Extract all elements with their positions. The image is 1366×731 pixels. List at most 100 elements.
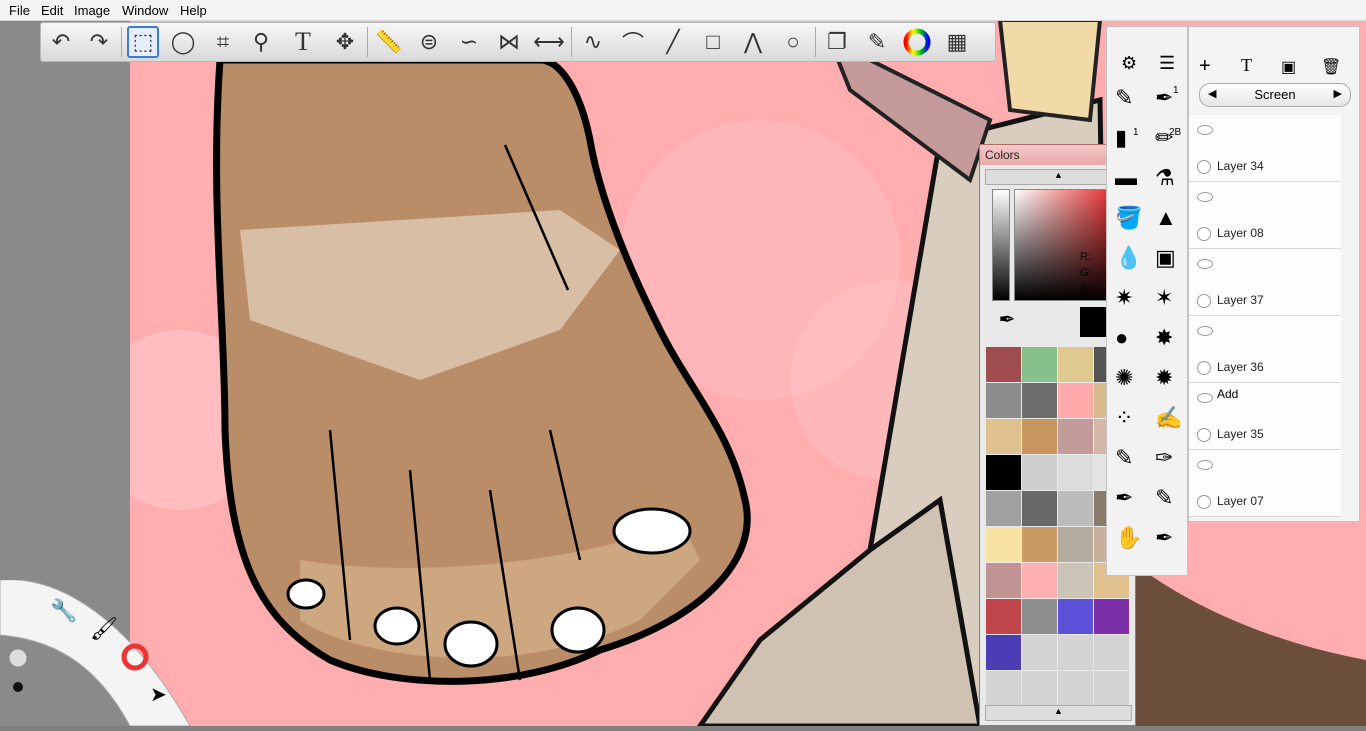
layer-stack-icon[interactable]: ❐: [821, 26, 853, 58]
layer-row[interactable]: Layer 35 Add: [1189, 383, 1341, 450]
color-swatch[interactable]: [1094, 671, 1129, 706]
color-swatch[interactable]: [1058, 419, 1093, 454]
brush-preset-icon[interactable]: ✑: [1155, 445, 1173, 471]
brush-preset-icon[interactable]: ✎: [1115, 445, 1133, 471]
brush-preset-icon[interactable]: ✒: [1155, 525, 1173, 551]
color-swatch[interactable]: [1058, 347, 1093, 382]
visibility-eye-icon[interactable]: [1197, 192, 1213, 202]
layer-row[interactable]: Layer 36: [1189, 316, 1341, 383]
color-swatch[interactable]: [1022, 419, 1057, 454]
circle-icon[interactable]: ○: [777, 26, 809, 58]
layer-radio[interactable]: [1197, 160, 1211, 174]
visibility-eye-icon[interactable]: [1197, 393, 1213, 403]
brush-preset-icon[interactable]: ▮: [1115, 125, 1127, 151]
pointer-icon[interactable]: ➤: [150, 682, 167, 707]
curve-icon[interactable]: ⌒: [617, 26, 649, 58]
brush-preset-icon[interactable]: 💧: [1115, 245, 1142, 271]
redo-icon[interactable]: ↷: [83, 26, 115, 58]
color-swatch[interactable]: [1058, 599, 1093, 634]
color-swatch[interactable]: [1058, 491, 1093, 526]
brush-preset-icon[interactable]: 🪣: [1115, 205, 1142, 231]
brush-preset-icon[interactable]: ✎: [1155, 485, 1173, 511]
menu-image[interactable]: Image: [74, 3, 110, 18]
brush-preset-icon[interactable]: ✶: [1155, 285, 1173, 311]
text-icon[interactable]: T: [287, 26, 319, 58]
image-layer-icon[interactable]: ▣: [1281, 57, 1296, 77]
color-swatch[interactable]: [1094, 599, 1129, 634]
brush-icon[interactable]: 🖌: [90, 616, 118, 642]
color-swatch[interactable]: [1058, 383, 1093, 418]
symmetry-x-icon[interactable]: ⟷: [533, 26, 565, 58]
color-swatch[interactable]: [1022, 491, 1057, 526]
brush-preset-icon[interactable]: ▲: [1155, 205, 1177, 231]
color-swatch[interactable]: [1058, 635, 1093, 670]
color-swatch[interactable]: [986, 671, 1021, 706]
brush-preset-icon[interactable]: ✒: [1115, 485, 1133, 511]
color-swatch[interactable]: [1094, 635, 1129, 670]
layer-radio[interactable]: [1197, 294, 1211, 308]
color-swatch[interactable]: [986, 635, 1021, 670]
undo-icon[interactable]: ↶: [45, 26, 77, 58]
color-swatch[interactable]: [986, 383, 1021, 418]
polyline-icon[interactable]: ⋀: [737, 26, 769, 58]
rect-icon[interactable]: □: [697, 26, 729, 58]
brush-preset-icon[interactable]: ✹: [1155, 365, 1173, 391]
color-swatch[interactable]: [1022, 563, 1057, 598]
grid-icon[interactable]: ▦: [941, 26, 973, 58]
add-layer-icon[interactable]: +: [1199, 55, 1211, 78]
layer-row[interactable]: Layer 37: [1189, 249, 1341, 316]
color-swatch[interactable]: [1022, 671, 1057, 706]
color-swatch[interactable]: [1058, 671, 1093, 706]
delete-layer-icon[interactable]: 🗑: [1321, 57, 1341, 77]
ruler-icon[interactable]: 📏: [373, 26, 405, 58]
layer-radio[interactable]: [1197, 227, 1211, 241]
brush-preset-icon[interactable]: ✒: [1155, 85, 1173, 111]
color-swatch[interactable]: [1022, 383, 1057, 418]
brush-preset-icon[interactable]: ✺: [1115, 365, 1133, 391]
visibility-eye-icon[interactable]: [1197, 125, 1213, 135]
color-swatch[interactable]: [986, 347, 1021, 382]
menu-help[interactable]: Help: [180, 3, 207, 18]
brush-settings-icon[interactable]: ⚙: [1121, 53, 1137, 74]
brush-list-icon[interactable]: ☰: [1159, 53, 1175, 74]
ellipse-guide-icon[interactable]: ⊜: [413, 26, 445, 58]
layer-radio[interactable]: [1197, 361, 1211, 375]
menu-file[interactable]: File: [9, 3, 30, 18]
color-swatch[interactable]: [1022, 635, 1057, 670]
tools-icon[interactable]: 🔧: [50, 598, 77, 624]
line-icon[interactable]: ╱: [657, 26, 689, 58]
scroll-down-arrow[interactable]: ▲: [985, 705, 1132, 721]
color-swatch[interactable]: [1022, 599, 1057, 634]
color-swatch[interactable]: [986, 563, 1021, 598]
layer-radio[interactable]: [1197, 428, 1211, 442]
french-curve-icon[interactable]: ∽: [453, 26, 485, 58]
color-swatch[interactable]: [986, 599, 1021, 634]
zoom-icon[interactable]: ⚲: [245, 26, 277, 58]
menu-window[interactable]: Window: [122, 3, 168, 18]
visibility-eye-icon[interactable]: [1197, 460, 1213, 470]
symmetry-icon[interactable]: ⋈: [493, 26, 525, 58]
color-wheel-icon[interactable]: [901, 26, 933, 58]
color-swatch[interactable]: [986, 491, 1021, 526]
text-layer-icon[interactable]: T: [1241, 55, 1252, 76]
chevron-right-icon[interactable]: ▶: [1334, 87, 1342, 100]
brush-preset-icon[interactable]: ✍: [1155, 405, 1182, 431]
layer-row[interactable]: Layer 07: [1189, 450, 1341, 517]
select-rect-icon[interactable]: ⬚: [127, 26, 159, 58]
eyedropper-icon[interactable]: ✒: [992, 307, 1022, 337]
color-swatch[interactable]: [1058, 455, 1093, 490]
stroke-icon[interactable]: ∿: [577, 26, 609, 58]
brush-preset-icon[interactable]: ⚗: [1155, 165, 1175, 191]
crop-icon[interactable]: ⌗: [207, 26, 239, 58]
grayscale-strip[interactable]: [992, 189, 1010, 301]
color-swatch[interactable]: [1022, 455, 1057, 490]
color-swatch[interactable]: [1058, 563, 1093, 598]
brush-preset-icon[interactable]: ⁘: [1115, 405, 1133, 431]
color-swatch[interactable]: [1058, 527, 1093, 562]
color-swatch[interactable]: [986, 455, 1021, 490]
blend-mode-select[interactable]: ◀ Screen ▶: [1199, 83, 1351, 107]
layer-row[interactable]: Layer 08: [1189, 182, 1341, 249]
layer-row[interactable]: Layer 34: [1189, 115, 1341, 182]
color-swatch[interactable]: [986, 419, 1021, 454]
brush-preset-icon[interactable]: ✷: [1115, 285, 1133, 311]
